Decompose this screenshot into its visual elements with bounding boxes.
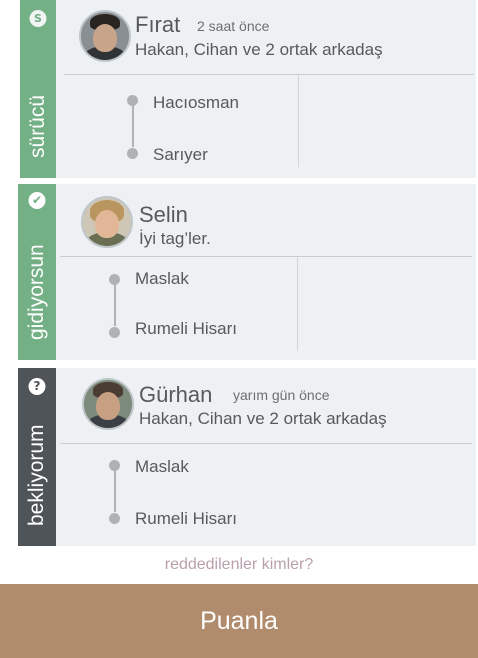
avatar[interactable]	[81, 196, 133, 248]
timestamp: 2 saat önce	[197, 18, 270, 34]
route-end-dot	[127, 148, 138, 159]
route-line	[114, 470, 116, 512]
route-from: Maslak	[135, 269, 189, 288]
route-to: Rumeli Hisarı	[135, 319, 238, 338]
route-to: Sarıyer	[153, 145, 208, 164]
status-bar-driver: S sürücü	[20, 0, 56, 178]
timestamp: yarım gün önce	[233, 387, 330, 403]
rejected-users-link[interactable]: reddedilenler kimler?	[0, 556, 478, 574]
divider	[297, 257, 298, 351]
divider	[60, 443, 472, 444]
divider	[60, 256, 472, 257]
driver-badge-icon: S	[29, 10, 47, 27]
check-icon: ✔	[28, 192, 46, 209]
route-line	[114, 284, 116, 326]
status-bar-going: ✔ gidiyorsun	[18, 184, 56, 360]
going-card[interactable]: ✔ gidiyorsun Selin İyi tag’ler. Maslak R…	[18, 184, 476, 360]
mutual-friends: Hakan, Cihan ve 2 ortak arkadaş	[139, 409, 387, 428]
question-icon: ?	[28, 378, 46, 395]
user-message: İyi tag’ler.	[139, 229, 211, 248]
user-name: Gürhan	[139, 382, 213, 407]
avatar[interactable]	[79, 10, 131, 62]
mutual-friends: Hakan, Cihan ve 2 ortak arkadaş	[135, 40, 383, 59]
route-end-dot	[109, 513, 120, 524]
route-line	[132, 105, 134, 147]
driver-card[interactable]: S sürücü Fırat 2 saat önce Hakan, Cihan …	[20, 0, 476, 178]
route-to: Rumeli Hisarı	[135, 509, 238, 528]
divider	[64, 74, 474, 75]
divider	[298, 75, 299, 167]
waiting-card[interactable]: ? bekliyorum Gürhan yarım gün önce Hakan…	[18, 368, 476, 546]
rate-button[interactable]: Puanla	[0, 584, 478, 658]
user-name: Selin	[139, 202, 188, 227]
avatar[interactable]	[82, 378, 134, 430]
route-end-dot	[109, 327, 120, 338]
route-from: Hacıosman	[153, 93, 239, 112]
status-bar-waiting: ? bekliyorum	[18, 368, 56, 546]
route-from: Maslak	[135, 457, 189, 476]
user-name: Fırat	[135, 12, 181, 37]
